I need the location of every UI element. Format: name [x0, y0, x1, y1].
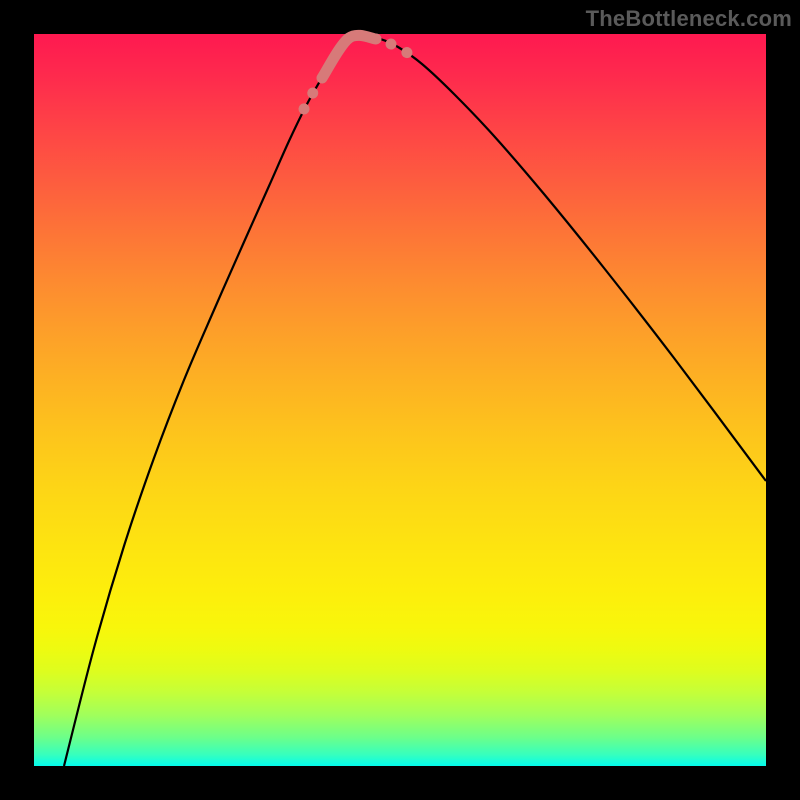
highlight-bottom-segment	[322, 35, 376, 78]
bottleneck-curve	[64, 38, 766, 766]
curve-layer	[34, 34, 766, 766]
chart-frame: TheBottleneck.com	[0, 0, 800, 800]
highlight-dots-right	[391, 44, 413, 57]
attribution-text: TheBottleneck.com	[586, 6, 792, 32]
